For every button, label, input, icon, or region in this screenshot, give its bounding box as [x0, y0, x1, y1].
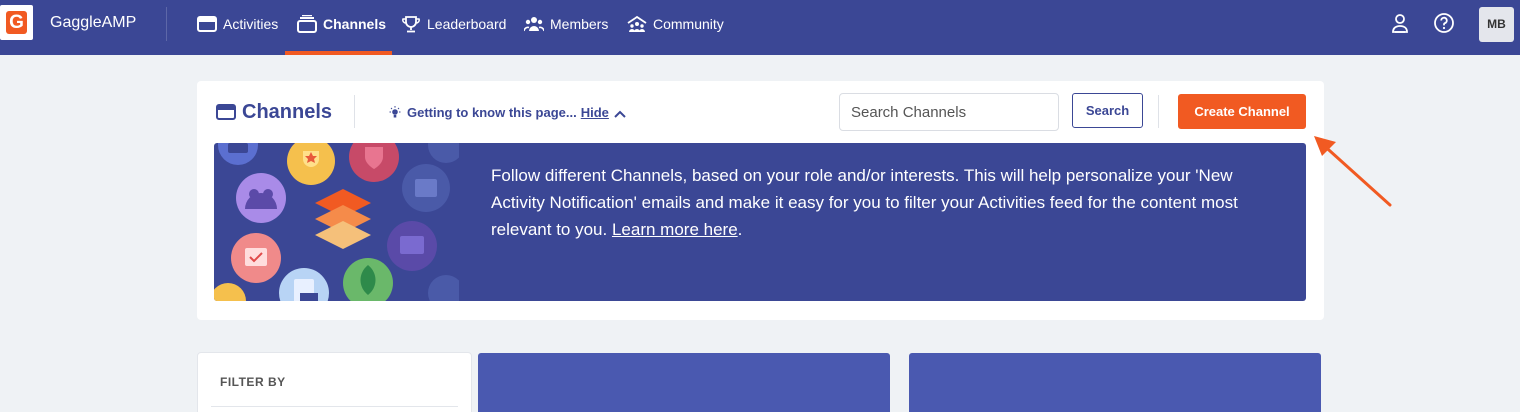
- active-tab-indicator: [285, 51, 392, 55]
- chevron-up-icon[interactable]: [613, 107, 627, 118]
- channel-card[interactable]: [909, 353, 1321, 412]
- annotation-arrow: [1314, 136, 1392, 207]
- banner-text-end: .: [737, 220, 743, 239]
- channels-illustration: [214, 143, 459, 301]
- channels-title-icon: [216, 103, 236, 121]
- nav-label-community: Community: [653, 16, 724, 32]
- lightbulb-icon: [389, 105, 401, 119]
- filter-divider: [211, 406, 458, 407]
- trophy-icon: [401, 15, 421, 33]
- tip-text: Getting to know this page...: [407, 104, 577, 120]
- create-channel-button[interactable]: Create Channel: [1178, 94, 1306, 129]
- learn-more-link[interactable]: Learn more here: [612, 220, 738, 239]
- nav-label-channels: Channels: [323, 16, 387, 32]
- help-icon[interactable]: [1433, 12, 1455, 34]
- top-nav: G GaggleAMP Activities Channels Leaderbo…: [0, 0, 1520, 55]
- gaggleamp-logo[interactable]: G: [0, 5, 33, 40]
- nav-item-members[interactable]: Members: [523, 13, 609, 35]
- activities-icon: [197, 15, 217, 33]
- button-divider: [1158, 95, 1159, 128]
- getting-started-tip: Getting to know this page... Hide: [389, 104, 627, 120]
- search-channels-input[interactable]: [839, 93, 1059, 131]
- filter-by-label: FILTER BY: [220, 375, 286, 389]
- page-title-text: Channels: [242, 100, 333, 123]
- nav-label-leaderboard: Leaderboard: [427, 16, 507, 32]
- search-button[interactable]: Search: [1072, 93, 1143, 128]
- nav-divider: [166, 7, 167, 41]
- user-badge-icon[interactable]: [1389, 12, 1411, 34]
- banner-text: Follow different Channels, based on your…: [491, 162, 1281, 243]
- nav-item-community[interactable]: Community: [627, 13, 724, 35]
- nav-label-activities: Activities: [223, 16, 279, 32]
- hide-tip-link[interactable]: Hide: [581, 105, 609, 120]
- members-icon: [523, 15, 545, 33]
- channels-icon: [297, 14, 317, 33]
- logo-mark: G: [6, 11, 27, 34]
- page-title: Channels: [216, 98, 332, 126]
- channel-card[interactable]: [478, 353, 890, 412]
- nav-item-channels[interactable]: Channels: [297, 13, 386, 35]
- user-avatar[interactable]: MB: [1479, 7, 1514, 42]
- community-icon: [627, 15, 647, 33]
- nav-label-members: Members: [550, 16, 609, 32]
- nav-item-activities[interactable]: Activities: [197, 13, 278, 35]
- nav-item-leaderboard[interactable]: Leaderboard: [401, 13, 506, 35]
- channels-info-banner: Follow different Channels, based on your…: [214, 143, 1306, 301]
- title-divider: [354, 95, 355, 128]
- brand-name[interactable]: GaggleAMP: [50, 14, 136, 32]
- banner-description: Follow different Channels, based on your…: [491, 166, 1238, 239]
